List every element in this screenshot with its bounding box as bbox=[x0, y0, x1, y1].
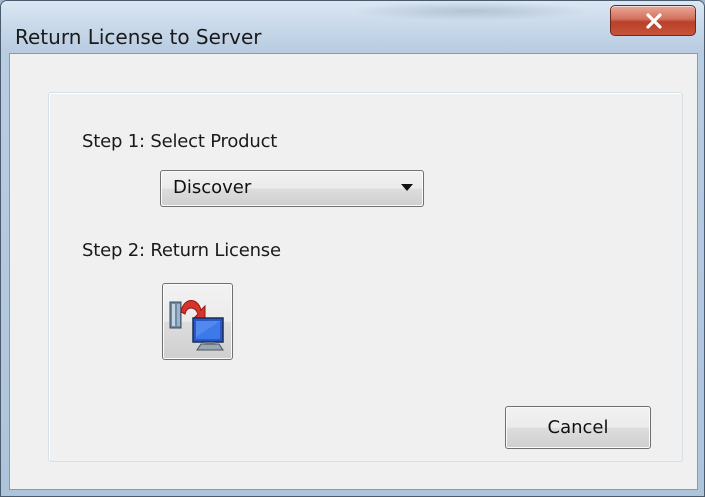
return-license-button[interactable] bbox=[162, 283, 233, 360]
close-button[interactable] bbox=[610, 5, 696, 36]
return-license-icon bbox=[169, 300, 224, 351]
cancel-button[interactable]: Cancel bbox=[505, 406, 651, 449]
product-select[interactable]: Discover bbox=[160, 170, 424, 207]
close-icon bbox=[646, 13, 662, 29]
window-title: Return License to Server bbox=[15, 25, 262, 49]
product-select-value: Discover bbox=[173, 177, 252, 198]
chevron-down-icon bbox=[401, 184, 413, 191]
dialog-client-area: Step 1: Select Product Discover Step 2: … bbox=[9, 53, 698, 490]
step1-label: Step 1: Select Product bbox=[82, 131, 278, 152]
dialog-window: Return License to Server Step 1: Select … bbox=[0, 0, 705, 497]
step2-label: Step 2: Return License bbox=[82, 240, 281, 261]
title-bar[interactable]: Return License to Server bbox=[1, 1, 704, 53]
